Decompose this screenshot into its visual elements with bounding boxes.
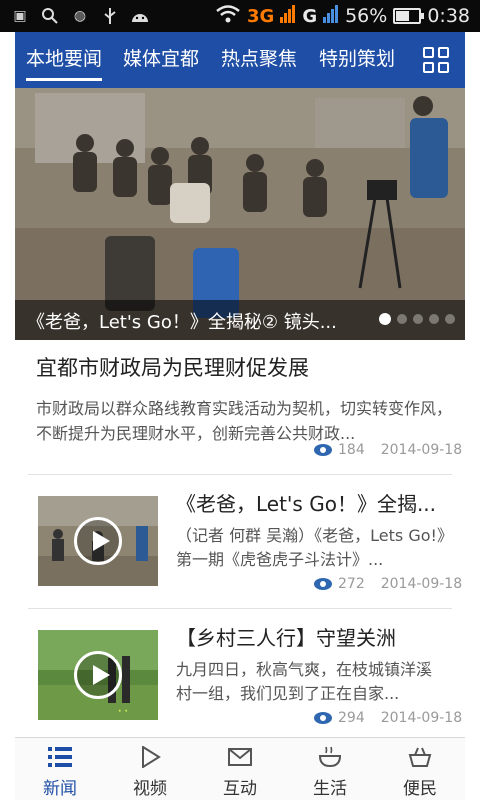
search-icon [40,6,60,26]
signal-icon-2 [323,4,339,28]
view-count: 294 [338,710,365,726]
basket-icon [408,747,432,767]
nav-label: 视频 [133,779,167,799]
tab-hot-focus[interactable]: 热点聚焦 [221,44,297,71]
signal-icon [280,4,296,28]
video-thumbnail[interactable] [38,496,158,586]
carousel-dot [429,314,439,324]
news-summary: 九月四日，秋高气爽，在枝城镇洋溪村一组，我们见到了正在自家... [176,660,433,703]
video-thumbnail[interactable]: · · [38,630,158,720]
view-count: 272 [338,576,365,592]
carousel-caption[interactable]: 《老爸，Let's Go！》全揭秘② 镜头... [27,308,367,334]
svg-text:· ·: · · [118,707,128,717]
nav-label: 互动 [223,779,257,799]
category-tab-bar: 本地要闻 媒体宜都 热点聚焦 特别策划 [15,32,465,88]
status-bar: ▣ ◍ 3G G 56% 0:38 [0,0,480,32]
publish-date: 2014-09-18 [380,710,463,726]
carousel-indicator [379,313,455,325]
play-icon [142,746,161,768]
usb-icon [100,6,120,26]
eye-icon [314,444,332,456]
eye-icon [314,578,332,590]
bottom-navigation: 新闻 视频 互动 生活 便民 [15,737,465,800]
play-icon [74,517,122,565]
nav-life[interactable]: 生活 [285,738,375,801]
divider [28,474,452,475]
play-icon [74,651,122,699]
nav-label: 便民 [403,779,437,799]
battery-percent: 56% [345,5,388,27]
app-icon: ◍ [73,8,87,24]
news-meta: 272 2014-09-18 [314,576,462,592]
mail-icon [228,748,252,766]
nav-label: 生活 [313,779,347,799]
tab-special-feature[interactable]: 特别策划 [319,44,395,71]
network-type-2: G [302,5,318,27]
news-title: 宜都市财政局为民理财促发展 [36,356,309,380]
carousel-dot [397,314,407,324]
tab-local-news[interactable]: 本地要闻 [26,44,103,81]
featured-carousel[interactable]: 《老爸，Let's Go！》全揭秘② 镜头... [15,88,465,340]
nav-video[interactable]: 视频 [105,738,195,801]
bowl-icon [318,746,342,768]
view-count: 184 [338,442,365,458]
news-title[interactable]: 【乡村三人行】守望关洲 [176,622,456,651]
nav-label: 新闻 [43,779,77,799]
android-icon [130,6,150,26]
carousel-dot [413,314,423,324]
grid-icon[interactable] [423,47,449,73]
clock: 0:38 [427,5,470,27]
publish-date: 2014-09-18 [380,576,463,592]
tab-media-yidu[interactable]: 媒体宜都 [123,44,199,71]
nav-service[interactable]: 便民 [375,738,465,801]
list-icon [48,747,72,767]
carousel-caption-bar: 《老爸，Let's Go！》全揭秘② 镜头... [15,300,465,340]
carousel-dot [379,313,391,325]
news-meta: 184 2014-09-18 [314,442,462,458]
news-title[interactable]: 《老爸，Let's Go！》全揭... [176,488,456,517]
battery-icon [393,8,425,24]
news-summary: 市财政局以群众路线教育实践活动为契机，切实转变作风，不断提升为民理财水平，创新完… [36,399,453,443]
publish-date: 2014-09-18 [380,442,463,458]
notification-icon: ▣ [13,8,27,24]
nav-news[interactable]: 新闻 [15,738,105,801]
nav-interact[interactable]: 互动 [195,738,285,801]
news-meta: 294 2014-09-18 [314,710,462,726]
carousel-dot [445,314,455,324]
eye-icon [314,712,332,724]
divider [28,608,452,609]
wifi-icon [215,4,241,29]
news-list-item[interactable]: 宜都市财政局为民理财促发展 市财政局以群众路线教育实践活动为契机，切实转变作风，… [36,352,456,446]
news-summary: （记者 何群 吴瀚）《老爸，Lets Go!》第一期《虎爸虎子斗法计》... [176,526,445,569]
network-type: 3G [247,5,275,27]
